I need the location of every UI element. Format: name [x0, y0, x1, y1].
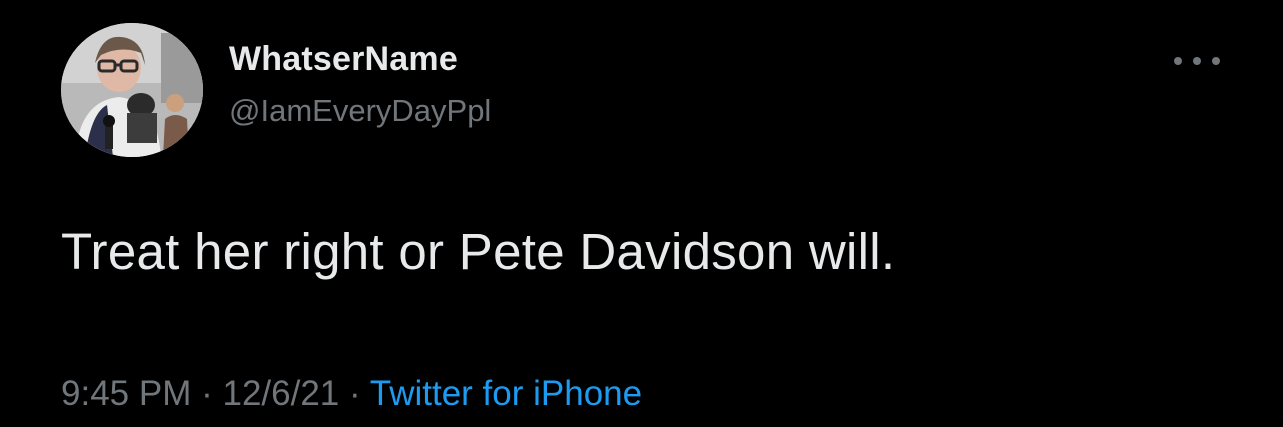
- meta-separator: ·: [201, 374, 213, 413]
- more-icon[interactable]: [1174, 46, 1220, 76]
- tweet-meta: 9:45 PM · 12/6/21 · Twitter for iPhone: [61, 374, 642, 414]
- tweet-date[interactable]: 12/6/21: [222, 374, 339, 413]
- more-dot: [1174, 57, 1182, 65]
- author-handle[interactable]: @IamEveryDayPpl: [229, 93, 491, 129]
- meta-separator: ·: [349, 374, 361, 413]
- tweet-source-link[interactable]: Twitter for iPhone: [370, 374, 642, 413]
- more-dot: [1193, 57, 1201, 65]
- tweet-text: Treat her right or Pete Davidson will.: [61, 223, 896, 280]
- avatar[interactable]: [61, 23, 203, 157]
- tweet: WhatserName @IamEveryDayPpl Treat her ri…: [0, 0, 1283, 427]
- more-dot: [1212, 57, 1220, 65]
- tweet-time[interactable]: 9:45 PM: [61, 374, 191, 413]
- author-display-name[interactable]: WhatserName: [229, 40, 458, 79]
- avatar-image: [61, 23, 203, 157]
